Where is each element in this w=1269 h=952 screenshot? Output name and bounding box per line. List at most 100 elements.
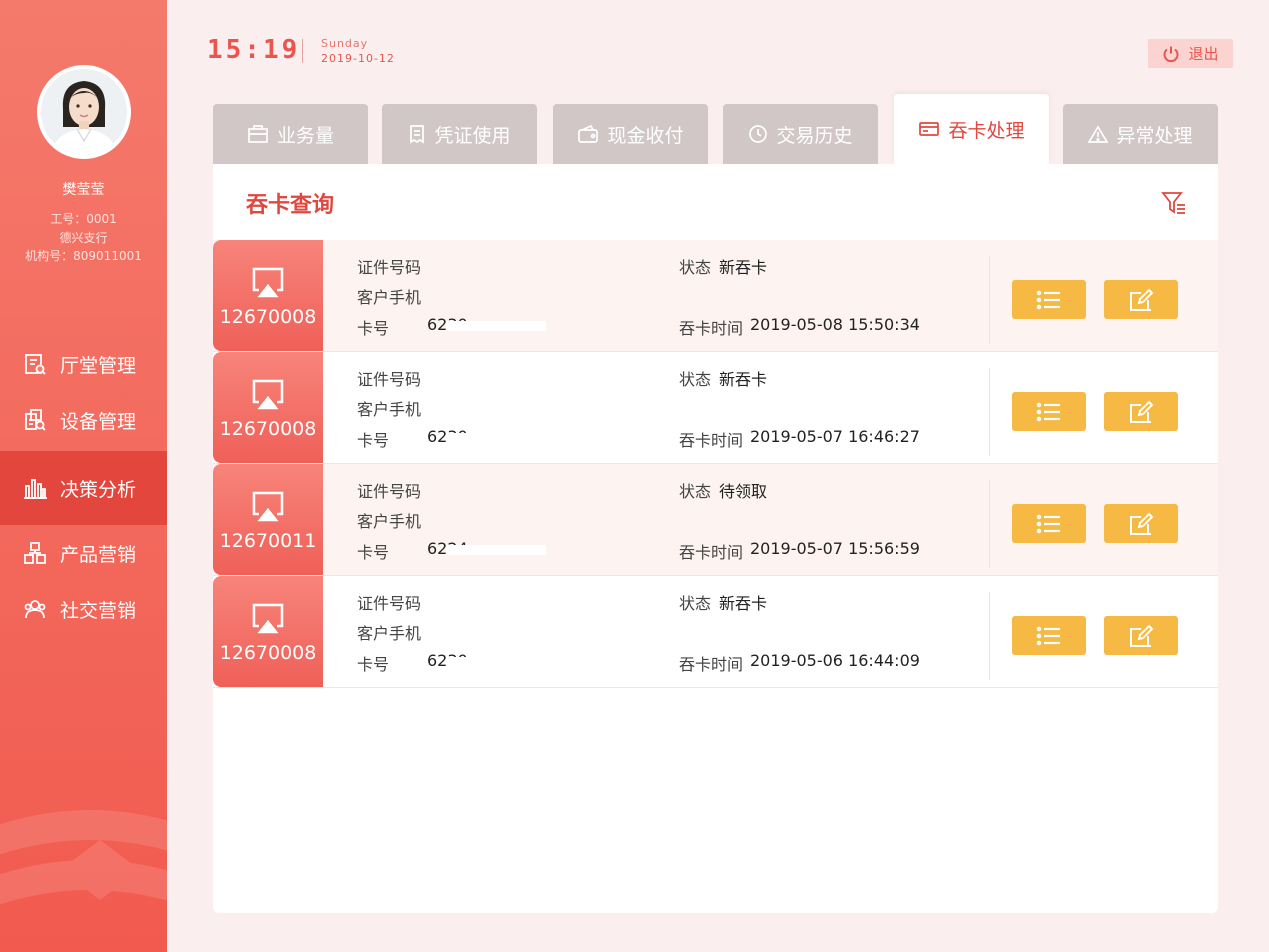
swallow-time-value: 2019-05-07 16:46:27: [750, 427, 920, 446]
branch-name: 德兴支行: [59, 231, 108, 245]
power-icon: [1162, 45, 1180, 63]
swallow-time-value: 2019-05-07 15:56:59: [750, 539, 920, 558]
status-value: 新吞卡: [719, 370, 768, 389]
social-icon: [22, 596, 48, 622]
briefcase-icon: [247, 124, 269, 144]
sidebar-item-device[interactable]: 设备管理: [0, 392, 167, 448]
device-id: 12670008: [219, 642, 317, 664]
tab-voucher[interactable]: 凭证使用: [382, 104, 537, 164]
employee-id: 工号：0001: [50, 212, 117, 226]
edit-icon: [1130, 288, 1154, 311]
sidebar-item-label: 厅堂管理: [60, 354, 137, 377]
logout-button[interactable]: 退出: [1148, 39, 1233, 68]
phone-label: 客户手机: [357, 512, 422, 531]
edit-icon: [1130, 512, 1154, 535]
sidebar: 樊莹莹 工号：0001 德兴支行 机构号：809011001 厅堂管理 设备管理…: [0, 0, 167, 952]
id-number-label: 证件号码: [357, 594, 422, 613]
device-id: 12670008: [219, 418, 317, 440]
status-value: 新吞卡: [719, 594, 768, 613]
sidebar-item-label: 决策分析: [60, 478, 137, 501]
detail-button[interactable]: [1012, 616, 1086, 655]
receipt-icon: [408, 124, 426, 144]
card-number: 6230: [427, 651, 546, 670]
bar-chart-icon: [22, 475, 48, 501]
status-label: 状态: [679, 370, 712, 389]
edit-button[interactable]: [1104, 392, 1178, 431]
avatar[interactable]: [37, 65, 131, 159]
card-no-label: 卡号: [357, 431, 390, 450]
edit-button[interactable]: [1104, 504, 1178, 543]
card-number: 6224: [427, 539, 546, 558]
day-of-week: Sunday: [321, 37, 369, 50]
tab-label: 交易历史: [776, 124, 853, 147]
filter-icon[interactable]: [1161, 190, 1187, 216]
warning-icon: [1088, 125, 1109, 143]
device-badge: 12670011: [213, 464, 323, 575]
detail-button[interactable]: [1012, 280, 1086, 319]
swallow-time-value: 2019-05-08 15:50:34: [750, 315, 920, 334]
tab-label: 吞卡处理: [948, 119, 1025, 142]
airplay-icon: [252, 491, 284, 522]
device-badge: 12670008: [213, 352, 323, 463]
list-icon: [1036, 626, 1060, 645]
device-id: 12670008: [219, 306, 317, 328]
wallet-icon: [577, 124, 599, 144]
swallow-time-label: 吞卡时间: [679, 543, 744, 562]
org-number: 机构号：809011001: [25, 249, 142, 263]
table-row[interactable]: 12670008 证件号码 客户手机 卡号 6230 状态 新吞卡 吞卡时间 2…: [213, 576, 1218, 688]
swallow-time-label: 吞卡时间: [679, 655, 744, 674]
lobby-icon: [22, 351, 48, 377]
logo-watermark-icon: [0, 810, 167, 905]
detail-button[interactable]: [1012, 504, 1086, 543]
panel-title: 吞卡查询: [246, 193, 335, 218]
divider: [989, 256, 990, 344]
sidebar-item-label: 社交营销: [60, 599, 137, 622]
sidebar-item-product[interactable]: 产品营销: [0, 525, 167, 581]
tab-card-swallow[interactable]: 吞卡处理: [894, 94, 1049, 164]
sidebar-item-social[interactable]: 社交营销: [0, 581, 167, 637]
edit-icon: [1130, 624, 1154, 647]
status-label: 状态: [679, 482, 712, 501]
tab-exception[interactable]: 异常处理: [1063, 104, 1218, 164]
id-number-label: 证件号码: [357, 258, 422, 277]
edit-button[interactable]: [1104, 616, 1178, 655]
edit-icon: [1130, 400, 1154, 423]
card-no-label: 卡号: [357, 319, 390, 338]
clock-icon: [748, 124, 768, 144]
table-row[interactable]: 12670008 证件号码 客户手机 卡号 6230 状态 新吞卡 吞卡时间 2…: [213, 352, 1218, 464]
sidebar-item-label: 产品营销: [60, 543, 137, 566]
phone-label: 客户手机: [357, 624, 422, 643]
status-value: 新吞卡: [719, 258, 768, 277]
swallow-time-label: 吞卡时间: [679, 319, 744, 338]
edit-button[interactable]: [1104, 280, 1178, 319]
id-number-label: 证件号码: [357, 370, 422, 389]
phone-label: 客户手机: [357, 400, 422, 419]
swallow-time-label: 吞卡时间: [679, 431, 744, 450]
id-number-label: 证件号码: [357, 482, 422, 501]
tab-label: 业务量: [276, 124, 334, 147]
status-value: 待领取: [719, 482, 768, 501]
detail-button[interactable]: [1012, 392, 1086, 431]
sidebar-item-label: 设备管理: [60, 410, 137, 433]
tab-volume[interactable]: 业务量: [213, 104, 368, 164]
table-row[interactable]: 12670011 证件号码 客户手机 卡号 6224 状态 待领取 吞卡时间 2…: [213, 464, 1218, 576]
logout-label: 退出: [1188, 45, 1219, 63]
card-number: 6230: [427, 427, 546, 446]
sidebar-item-lobby[interactable]: 厅堂管理: [0, 336, 167, 392]
divider: [302, 39, 303, 63]
tab-label: 凭证使用: [434, 124, 511, 147]
airplay-icon: [252, 379, 284, 410]
device-icon: [22, 407, 48, 433]
airplay-icon: [252, 267, 284, 298]
tab-history[interactable]: 交易历史: [723, 104, 878, 164]
table-row[interactable]: 12670008 证件号码 客户手机 卡号 6230 状态 新吞卡 吞卡时间 2…: [213, 240, 1218, 352]
list-icon: [1036, 290, 1060, 309]
current-date: 2019-10-12: [321, 52, 395, 65]
user-name: 樊莹莹: [62, 182, 105, 198]
swallow-time-value: 2019-05-06 16:44:09: [750, 651, 920, 670]
sidebar-item-analysis[interactable]: 决策分析: [0, 451, 167, 525]
tab-cash[interactable]: 现金收付: [553, 104, 708, 164]
status-label: 状态: [679, 258, 712, 277]
device-id: 12670011: [219, 530, 317, 552]
card-number: 6230: [427, 315, 546, 334]
